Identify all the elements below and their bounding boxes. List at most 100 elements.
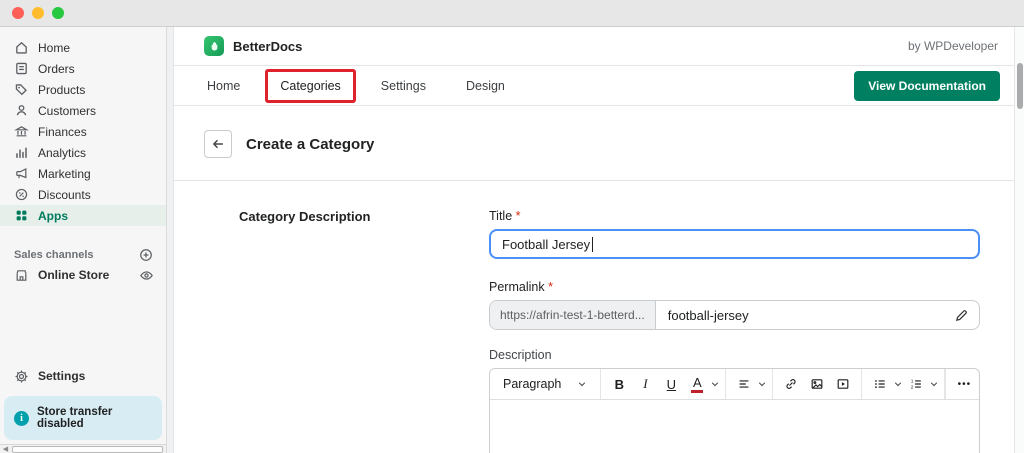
sidebar-item-label: Marketing bbox=[38, 167, 91, 181]
app-header: BetterDocs by WPDeveloper bbox=[174, 27, 1014, 66]
sidebar-item-online-store[interactable]: Online Store bbox=[0, 264, 166, 286]
products-icon bbox=[14, 82, 29, 97]
permalink-field-label: Permalink * bbox=[489, 280, 980, 294]
text-style-group: B I U A bbox=[601, 369, 726, 399]
preview-eye-icon[interactable] bbox=[138, 267, 154, 283]
description-editor: Paragraph B I U bbox=[489, 368, 980, 453]
store-icon bbox=[14, 268, 29, 283]
chevron-down-icon[interactable] bbox=[757, 379, 767, 389]
tab-home[interactable]: Home bbox=[192, 69, 255, 103]
vertical-scrollbar-thumb[interactable] bbox=[1017, 63, 1023, 109]
orders-icon bbox=[14, 61, 29, 76]
sidebar-item-home[interactable]: Home bbox=[0, 37, 166, 58]
permalink-label-text: Permalink bbox=[489, 280, 545, 294]
page-header: Create a Category bbox=[174, 106, 1014, 181]
window-titlebar bbox=[0, 0, 1024, 27]
back-button[interactable] bbox=[204, 130, 232, 158]
sidebar-item-marketing[interactable]: Marketing bbox=[0, 163, 166, 184]
sidebar-item-analytics[interactable]: Analytics bbox=[0, 142, 166, 163]
store-transfer-label: Store transfer disabled bbox=[37, 406, 152, 430]
italic-button[interactable]: I bbox=[632, 371, 658, 397]
category-form: Category Description Title * Football Je… bbox=[174, 181, 1014, 453]
video-icon[interactable] bbox=[830, 371, 856, 397]
sales-channels-header: Sales channels bbox=[0, 246, 166, 264]
sidebar-item-discounts[interactable]: Discounts bbox=[0, 184, 166, 205]
title-input-value: Football Jersey bbox=[502, 237, 590, 252]
description-field-label: Description bbox=[489, 348, 980, 362]
text-color-button[interactable]: A bbox=[684, 371, 710, 397]
view-documentation-button[interactable]: View Documentation bbox=[854, 71, 1000, 101]
svg-text:2: 2 bbox=[911, 384, 914, 390]
tab-bar: Home Categories Settings Design View Doc… bbox=[174, 66, 1014, 106]
sidebar-horizontal-scrollbar[interactable]: ◀ bbox=[0, 444, 166, 453]
marketing-icon bbox=[14, 166, 29, 181]
required-asterisk: * bbox=[548, 280, 553, 294]
chevron-down-icon bbox=[577, 379, 587, 389]
sidebar-item-label: Discounts bbox=[38, 188, 91, 202]
link-icon[interactable] bbox=[778, 371, 804, 397]
discounts-icon bbox=[14, 187, 29, 202]
sidebar-item-label: Customers bbox=[38, 104, 96, 118]
info-icon: i bbox=[14, 411, 29, 426]
paragraph-style-dropdown[interactable]: Paragraph bbox=[495, 377, 595, 391]
sidebar-gutter bbox=[166, 27, 174, 453]
edit-permalink-button[interactable] bbox=[944, 301, 979, 329]
app-title: BetterDocs bbox=[233, 39, 302, 54]
app-window: Home Orders Products bbox=[0, 0, 1024, 453]
text-cursor bbox=[592, 237, 593, 252]
apps-icon bbox=[14, 208, 29, 223]
app-byline: by WPDeveloper bbox=[908, 39, 998, 53]
required-asterisk: * bbox=[516, 209, 521, 223]
media-group bbox=[773, 369, 862, 399]
permalink-slug-value: football-jersey bbox=[656, 301, 761, 329]
sales-channels-label: Sales channels bbox=[14, 249, 138, 261]
tab-settings[interactable]: Settings bbox=[366, 69, 441, 103]
numbered-list-icon[interactable]: 12 bbox=[903, 371, 929, 397]
page-title: Create a Category bbox=[246, 136, 374, 153]
sidebar-nav: Home Orders Products bbox=[0, 27, 166, 286]
alignment-group bbox=[726, 369, 773, 399]
vertical-scrollbar[interactable] bbox=[1014, 27, 1024, 453]
more-group: ••• bbox=[945, 369, 982, 399]
chevron-down-icon[interactable] bbox=[710, 379, 720, 389]
bullet-list-icon[interactable] bbox=[867, 371, 893, 397]
description-editor-textarea[interactable] bbox=[490, 400, 979, 453]
sidebar-item-products[interactable]: Products bbox=[0, 79, 166, 100]
sidebar-item-customers[interactable]: Customers bbox=[0, 100, 166, 121]
sidebar-item-label: Finances bbox=[38, 125, 87, 139]
paragraph-style-value: Paragraph bbox=[503, 377, 561, 391]
text-color-swatch bbox=[691, 390, 703, 393]
more-options-button[interactable]: ••• bbox=[951, 371, 977, 397]
sidebar-item-orders[interactable]: Orders bbox=[0, 58, 166, 79]
title-label-text: Title bbox=[489, 209, 512, 223]
editor-toolbar: Paragraph B I U bbox=[490, 369, 979, 400]
online-store-label: Online Store bbox=[38, 268, 109, 282]
home-icon bbox=[14, 40, 29, 55]
close-button[interactable] bbox=[12, 7, 24, 19]
store-transfer-banner[interactable]: i Store transfer disabled bbox=[4, 396, 162, 440]
align-icon[interactable] bbox=[731, 371, 757, 397]
traffic-lights bbox=[12, 7, 64, 19]
sidebar-item-settings[interactable]: Settings bbox=[0, 364, 166, 388]
settings-label: Settings bbox=[38, 369, 85, 383]
chevron-down-icon[interactable] bbox=[929, 379, 939, 389]
section-title: Category Description bbox=[239, 209, 489, 224]
zoom-button[interactable] bbox=[52, 7, 64, 19]
title-input[interactable]: Football Jersey bbox=[489, 229, 980, 259]
sidebar-item-finances[interactable]: Finances bbox=[0, 121, 166, 142]
tab-design[interactable]: Design bbox=[451, 69, 520, 103]
permalink-input[interactable]: https://afrin-test-1-betterd... football… bbox=[489, 300, 980, 330]
image-icon[interactable] bbox=[804, 371, 830, 397]
minimize-button[interactable] bbox=[32, 7, 44, 19]
sidebar: Home Orders Products bbox=[0, 27, 166, 453]
tab-categories[interactable]: Categories bbox=[265, 69, 355, 103]
underline-button[interactable]: U bbox=[658, 371, 684, 397]
chevron-down-icon[interactable] bbox=[893, 379, 903, 389]
horizontal-scrollbar-thumb[interactable] bbox=[12, 446, 163, 453]
add-sales-channel-button[interactable] bbox=[138, 247, 154, 263]
sidebar-item-apps[interactable]: Apps bbox=[0, 205, 166, 226]
sidebar-item-label: Analytics bbox=[38, 146, 86, 160]
bold-button[interactable]: B bbox=[606, 371, 632, 397]
scroll-left-arrow-icon[interactable]: ◀ bbox=[0, 445, 11, 453]
customers-icon bbox=[14, 103, 29, 118]
